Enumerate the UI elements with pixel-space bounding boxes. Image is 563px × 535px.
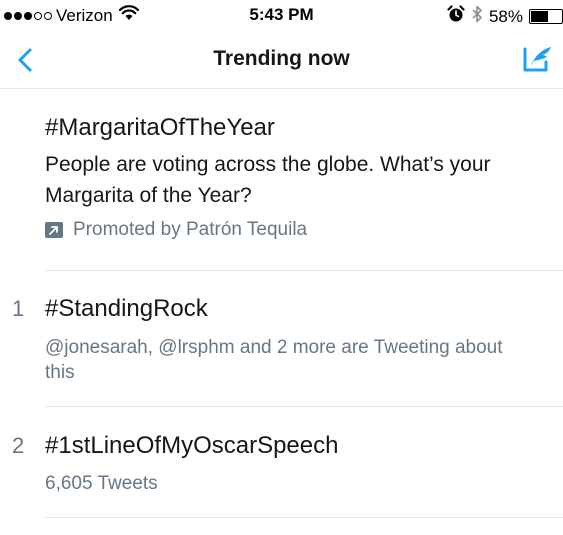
- promoted-arrow-icon: [45, 222, 63, 238]
- trend-name: #1stLineOfMyOscarSpeech: [45, 432, 339, 459]
- signal-dot: [34, 11, 42, 20]
- nav-bar: Trending now: [0, 32, 563, 89]
- wifi-icon: [118, 5, 139, 26]
- carrier-name: Verizon: [56, 5, 113, 25]
- trend-name: #StandingRock: [45, 295, 208, 322]
- battery-percentage: 58%: [488, 6, 523, 26]
- compose-tweet-icon: [523, 47, 551, 72]
- trend-description: People are voting across the globe. What…: [45, 153, 491, 207]
- trend-name: #MargaritaOfTheYear: [45, 114, 275, 141]
- screen: Verizon 5:43 PM 58% Trending now #Margar…: [0, 0, 563, 535]
- bluetooth-icon: [471, 5, 483, 28]
- status-left: Verizon: [4, 5, 139, 26]
- chevron-left-icon: [18, 48, 32, 72]
- battery-icon: [529, 9, 563, 24]
- signal-dot: [4, 11, 12, 20]
- promoted-label: Promoted by Patrón Tequila: [45, 219, 563, 241]
- signal-dot: [24, 11, 32, 20]
- alarm-icon: [447, 5, 465, 28]
- trend-meta: 6,605 Tweets: [45, 473, 158, 494]
- signal-strength-icon: [4, 11, 52, 20]
- status-bar: Verizon 5:43 PM 58%: [0, 0, 563, 32]
- signal-dot: [44, 11, 52, 20]
- compose-button[interactable]: [521, 42, 555, 76]
- back-button[interactable]: [12, 44, 42, 76]
- trend-rank: 2: [12, 433, 25, 458]
- trend-item[interactable]: 2 #1stLineOfMyOscarSpeech 6,605 Tweets: [12, 407, 563, 518]
- trend-rank: 1: [12, 296, 25, 321]
- signal-dot: [14, 11, 22, 20]
- trend-item[interactable]: #MargaritaOfTheYear People are voting ac…: [45, 89, 563, 271]
- promoted-text: Promoted by Patrón Tequila: [73, 219, 308, 240]
- battery-fill: [531, 11, 549, 22]
- trend-item[interactable]: 1 #StandingRock @jonesarah, @lrsphm and …: [12, 271, 563, 407]
- trend-meta: @jonesarah, @lrsphm and 2 more are Tweet…: [45, 337, 503, 383]
- page-title: Trending now: [213, 47, 350, 70]
- status-right: 58%: [447, 5, 563, 28]
